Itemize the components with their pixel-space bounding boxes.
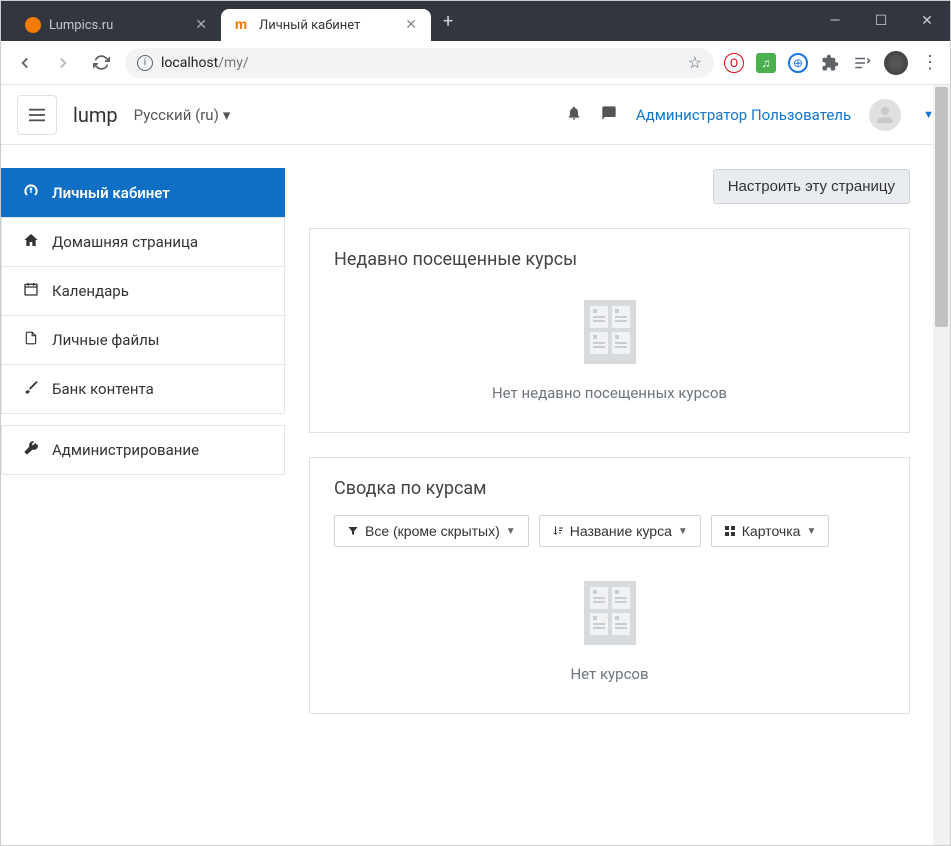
extensions-button[interactable]	[820, 53, 840, 73]
overview-filters: Все (кроме скрытых) ▼ Название курса ▼ К…	[334, 515, 885, 547]
vertical-scrollbar[interactable]	[933, 85, 950, 845]
page-body: Личный кабинет Домашняя страница Календа…	[1, 145, 950, 738]
close-icon[interactable]: ✕	[195, 17, 207, 33]
customize-page-button[interactable]: Настроить эту страницу	[713, 169, 910, 204]
minimize-button[interactable]: ―	[812, 1, 858, 41]
filter-icon	[347, 525, 359, 537]
user-avatar[interactable]	[869, 99, 901, 131]
wrench-icon	[22, 440, 40, 460]
empty-courses-icon	[578, 577, 642, 649]
empty-courses-icon	[578, 296, 642, 368]
filter-label: Все (кроме скрытых)	[365, 523, 500, 539]
language-selector[interactable]: Русский (ru) ▾	[134, 106, 231, 124]
extension-opera-icon[interactable]: O	[724, 53, 744, 73]
empty-message: Нет курсов	[570, 665, 648, 683]
caret-down-icon: ▼	[678, 526, 688, 537]
block-title: Сводка по курсам	[334, 478, 885, 499]
caret-down-icon: ▾	[223, 106, 231, 124]
tab-title: Личный кабинет	[259, 18, 360, 33]
browser-titlebar: Lumpics.ru ✕ m Личный кабинет ✕ + ― ☐ ✕	[1, 1, 950, 41]
sort-label: Название курса	[570, 523, 672, 539]
calendar-icon	[22, 281, 40, 301]
view-label: Карточка	[742, 523, 801, 539]
browser-menu-button[interactable]: ⋮	[920, 53, 940, 73]
url-host: localhost	[161, 55, 218, 71]
site-info-icon[interactable]: i	[137, 55, 153, 71]
scrollbar-thumb[interactable]	[935, 87, 948, 327]
notifications-icon[interactable]	[566, 104, 582, 126]
sort-icon	[552, 524, 564, 538]
extension-music-icon[interactable]: ♫	[756, 53, 776, 73]
messages-icon[interactable]	[600, 105, 618, 125]
address-bar: i localhost/my/ ☆ O ♫ ⊕ ⋮	[1, 41, 950, 85]
recent-courses-block: Недавно посещенные курсы Нет недавно пос…	[309, 228, 910, 433]
url-omnibox[interactable]: i localhost/my/ ☆	[125, 48, 714, 78]
dashboard-icon	[22, 183, 40, 203]
favicon-lumpics	[25, 17, 41, 33]
browser-tabs: Lumpics.ru ✕ m Личный кабинет ✕ +	[1, 1, 812, 41]
sidebar-item-label: Домашняя страница	[52, 233, 198, 251]
sort-dropdown[interactable]: Название курса ▼	[539, 515, 701, 547]
sidebar-item-label: Календарь	[52, 282, 129, 300]
sidebar-item-contentbank[interactable]: Банк контента	[1, 364, 285, 414]
maximize-button[interactable]: ☐	[858, 1, 904, 41]
bookmark-icon[interactable]: ☆	[688, 53, 702, 72]
tab-lumpics[interactable]: Lumpics.ru ✕	[11, 9, 221, 41]
user-name-link[interactable]: Администратор Пользователь	[636, 106, 851, 124]
url-path: /my/	[218, 55, 248, 71]
window-controls: ― ☐ ✕	[812, 1, 950, 41]
course-overview-block: Сводка по курсам Все (кроме скрытых) ▼ Н…	[309, 457, 910, 714]
tab-title: Lumpics.ru	[49, 18, 113, 33]
empty-message: Нет недавно посещенных курсов	[492, 384, 727, 402]
nav-drawer: Личный кабинет Домашняя страница Календа…	[1, 169, 285, 714]
site-header: lump Русский (ru) ▾ Администратор Пользо…	[1, 85, 950, 145]
brush-icon	[22, 379, 40, 399]
block-title: Недавно посещенные курсы	[334, 249, 885, 270]
file-icon	[22, 330, 40, 350]
sidebar-item-files[interactable]: Личные файлы	[1, 315, 285, 365]
home-icon	[22, 232, 40, 252]
reading-list-icon[interactable]	[852, 53, 872, 73]
nav-toggle-button[interactable]	[17, 95, 57, 135]
empty-state: Нет курсов	[334, 567, 885, 693]
page-viewport: lump Русский (ru) ▾ Администратор Пользо…	[1, 85, 950, 845]
new-tab-button[interactable]: +	[431, 3, 465, 40]
language-label: Русский (ru)	[134, 106, 219, 124]
sidebar-item-calendar[interactable]: Календарь	[1, 266, 285, 316]
sidebar-item-label: Личные файлы	[52, 331, 159, 349]
caret-down-icon: ▼	[506, 526, 516, 537]
main-content: Настроить эту страницу Недавно посещенны…	[309, 169, 926, 714]
forward-button[interactable]	[49, 49, 77, 77]
profile-avatar[interactable]	[884, 51, 908, 75]
view-dropdown[interactable]: Карточка ▼	[711, 515, 830, 547]
favicon-moodle: m	[235, 17, 251, 33]
caret-down-icon: ▼	[806, 526, 816, 537]
close-button[interactable]: ✕	[904, 1, 950, 41]
back-button[interactable]	[11, 49, 39, 77]
grid-icon	[724, 525, 736, 537]
sidebar-item-dashboard[interactable]: Личный кабинет	[1, 168, 285, 218]
sidebar-item-home[interactable]: Домашняя страница	[1, 217, 285, 267]
sidebar-item-label: Банк контента	[52, 380, 154, 398]
tab-dashboard[interactable]: m Личный кабинет ✕	[221, 9, 431, 41]
filter-all-dropdown[interactable]: Все (кроме скрытых) ▼	[334, 515, 529, 547]
reload-button[interactable]	[87, 49, 115, 77]
sidebar-item-admin[interactable]: Администрирование	[1, 425, 285, 475]
close-icon[interactable]: ✕	[405, 17, 417, 33]
empty-state: Нет недавно посещенных курсов	[334, 286, 885, 412]
site-name[interactable]: lump	[73, 103, 118, 127]
sidebar-item-label: Личный кабинет	[52, 184, 170, 202]
sidebar-item-label: Администрирование	[52, 441, 199, 459]
extension-globe-icon[interactable]: ⊕	[788, 53, 808, 73]
extension-icons: O ♫ ⊕ ⋮	[724, 51, 940, 75]
